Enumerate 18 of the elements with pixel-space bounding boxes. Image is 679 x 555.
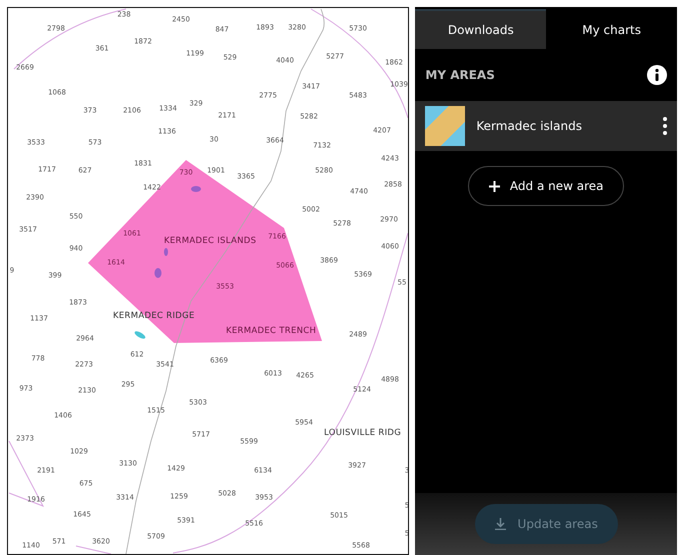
place-label: KERMADEC TRENCH (226, 327, 316, 336)
island-shape (191, 186, 201, 192)
reef-shape (134, 331, 146, 339)
download-icon (494, 518, 506, 530)
info-icon[interactable] (647, 65, 667, 85)
boundary-line (76, 546, 112, 554)
area-list-item[interactable]: Kermadec islands (415, 101, 677, 151)
island-shape (154, 268, 162, 278)
tab[interactable]: Downloads (415, 9, 546, 49)
map-thumbnail (425, 106, 466, 146)
add-area-button[interactable]: Add a new area (468, 166, 624, 206)
place-label: LOUISVILLE RIDG (324, 429, 402, 438)
section-title: MY AREAS (425, 68, 495, 82)
plus-icon (488, 180, 500, 192)
more-options-icon[interactable] (663, 117, 667, 135)
area-name: Kermadec islands (476, 119, 583, 133)
island-shape (164, 248, 168, 256)
place-label: KERMADEC ISLANDS (164, 237, 256, 246)
